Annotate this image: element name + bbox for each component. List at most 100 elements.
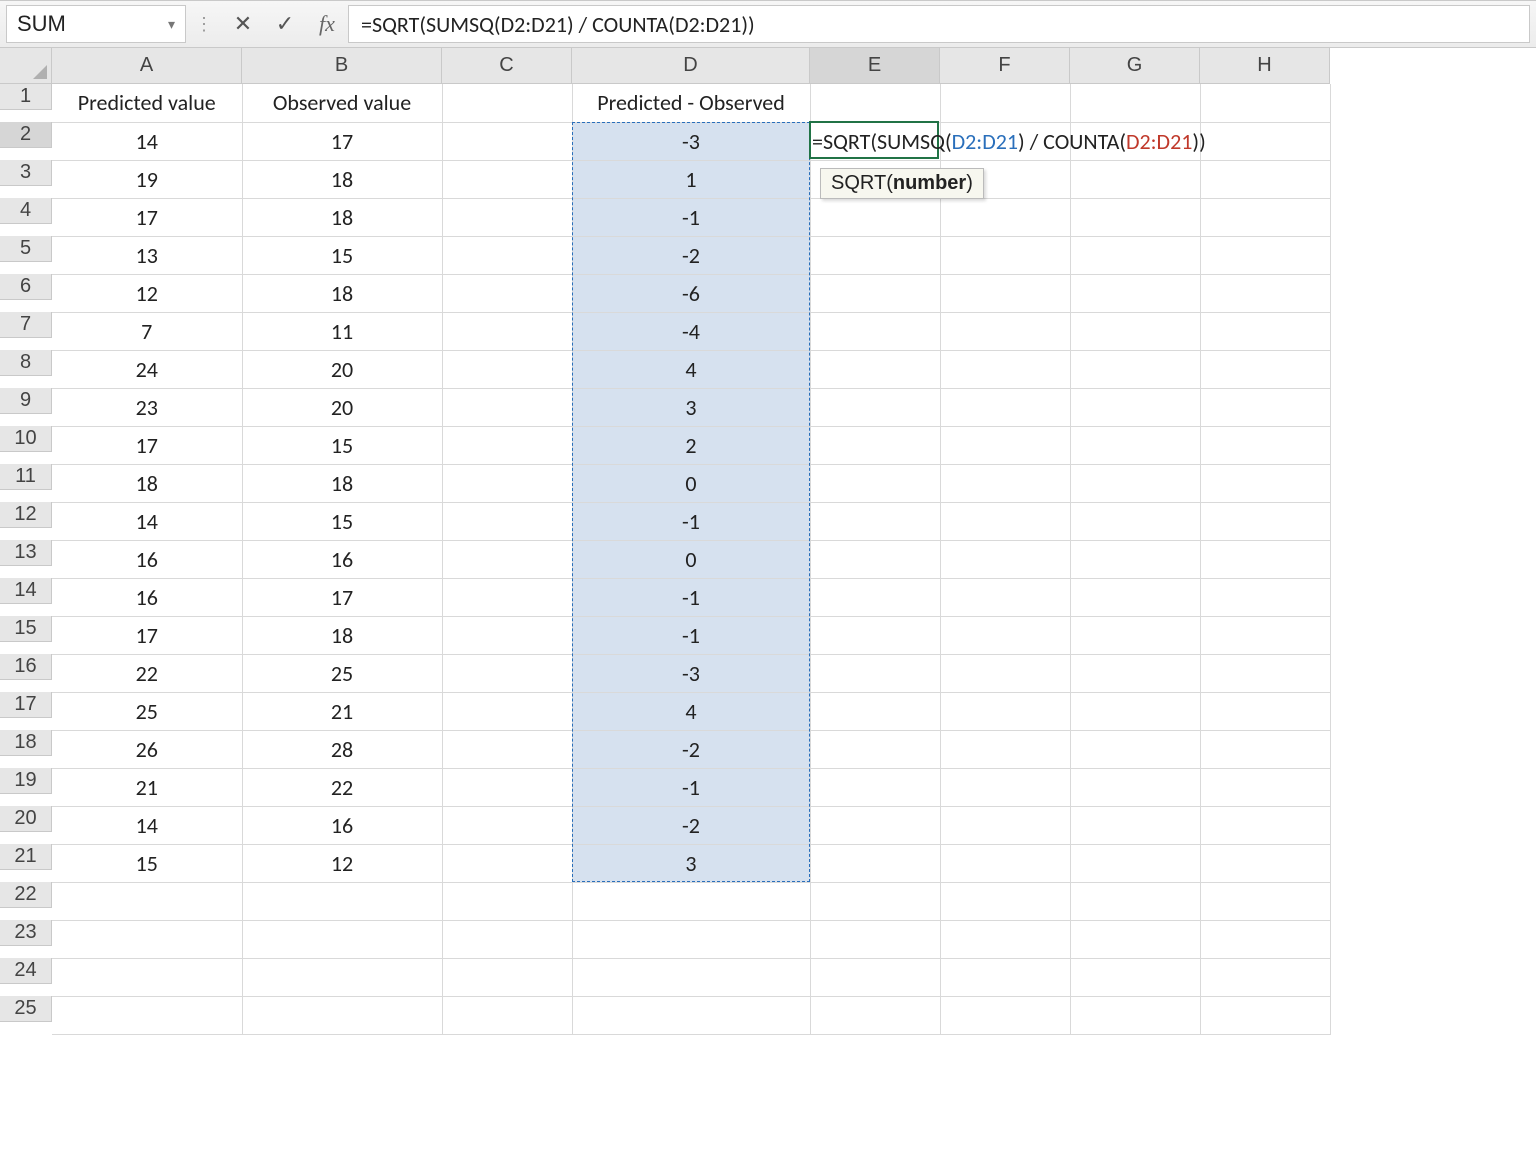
cell-B21[interactable]: 12 — [242, 844, 442, 882]
formula-input[interactable]: =SQRT(SUMSQ(D2:D21) / COUNTA(D2:D21)) — [348, 5, 1530, 43]
cell-H20[interactable] — [1200, 806, 1330, 844]
cell-H15[interactable] — [1200, 616, 1330, 654]
cell-H18[interactable] — [1200, 730, 1330, 768]
col-header-F[interactable]: F — [940, 48, 1070, 84]
col-header-E[interactable]: E — [810, 48, 940, 84]
cell-B2[interactable]: 17 — [242, 122, 442, 160]
col-header-B[interactable]: B — [242, 48, 442, 84]
cell-D12[interactable]: -1 — [572, 502, 810, 540]
cell-F12[interactable] — [940, 502, 1070, 540]
cell-F20[interactable] — [940, 806, 1070, 844]
cell-B15[interactable]: 18 — [242, 616, 442, 654]
cell-H24[interactable] — [1200, 958, 1330, 996]
cell-D2[interactable]: -3 — [572, 122, 810, 160]
cell-D20[interactable]: -2 — [572, 806, 810, 844]
cell-F21[interactable] — [940, 844, 1070, 882]
row-header-14[interactable]: 14 — [0, 578, 52, 604]
row-header-4[interactable]: 4 — [0, 198, 52, 224]
row-header-15[interactable]: 15 — [0, 616, 52, 642]
cell-C24[interactable] — [442, 958, 572, 996]
cell-B17[interactable]: 21 — [242, 692, 442, 730]
cell-B16[interactable]: 25 — [242, 654, 442, 692]
insert-function-button[interactable]: fx — [306, 1, 348, 47]
cell-E15[interactable] — [810, 616, 940, 654]
cell-G19[interactable] — [1070, 768, 1200, 806]
select-all-corner[interactable] — [0, 48, 52, 84]
cell-C23[interactable] — [442, 920, 572, 958]
cell-A8[interactable]: 24 — [52, 350, 242, 388]
cell-G6[interactable] — [1070, 274, 1200, 312]
cell-A15[interactable]: 17 — [52, 616, 242, 654]
row-header-18[interactable]: 18 — [0, 730, 52, 756]
cancel-button[interactable]: ✕ — [222, 1, 264, 47]
cell-H14[interactable] — [1200, 578, 1330, 616]
cell-G12[interactable] — [1070, 502, 1200, 540]
cell-F10[interactable] — [940, 426, 1070, 464]
cell-C9[interactable] — [442, 388, 572, 426]
cell-G20[interactable] — [1070, 806, 1200, 844]
cell-H10[interactable] — [1200, 426, 1330, 464]
cell-B12[interactable]: 15 — [242, 502, 442, 540]
cell-G17[interactable] — [1070, 692, 1200, 730]
cell-H8[interactable] — [1200, 350, 1330, 388]
cell-C16[interactable] — [442, 654, 572, 692]
cell-F1[interactable] — [940, 84, 1070, 122]
row-header-19[interactable]: 19 — [0, 768, 52, 794]
cell-E19[interactable] — [810, 768, 940, 806]
cell-C5[interactable] — [442, 236, 572, 274]
cell-D13[interactable]: 0 — [572, 540, 810, 578]
cell-A14[interactable]: 16 — [52, 578, 242, 616]
cell-B25[interactable] — [242, 996, 442, 1034]
row-header-9[interactable]: 9 — [0, 388, 52, 414]
cell-D6[interactable]: -6 — [572, 274, 810, 312]
col-header-G[interactable]: G — [1070, 48, 1200, 84]
cell-H1[interactable] — [1200, 84, 1330, 122]
row-header-5[interactable]: 5 — [0, 236, 52, 262]
row-header-8[interactable]: 8 — [0, 350, 52, 376]
cell-H12[interactable] — [1200, 502, 1330, 540]
cell-G15[interactable] — [1070, 616, 1200, 654]
cell-E23[interactable] — [810, 920, 940, 958]
cell-G16[interactable] — [1070, 654, 1200, 692]
cell-E21[interactable] — [810, 844, 940, 882]
cell-C1[interactable] — [442, 84, 572, 122]
cell-A1[interactable]: Predicted value — [52, 84, 242, 122]
cell-D14[interactable]: -1 — [572, 578, 810, 616]
name-box-dropdown-icon[interactable]: ▾ — [168, 16, 175, 33]
cell-A3[interactable]: 19 — [52, 160, 242, 198]
cell-F24[interactable] — [940, 958, 1070, 996]
cell-A25[interactable] — [52, 996, 242, 1034]
cell-G11[interactable] — [1070, 464, 1200, 502]
cell-C11[interactable] — [442, 464, 572, 502]
cell-B7[interactable]: 11 — [242, 312, 442, 350]
cell-F9[interactable] — [940, 388, 1070, 426]
row-header-22[interactable]: 22 — [0, 882, 52, 908]
row-header-12[interactable]: 12 — [0, 502, 52, 528]
cell-E18[interactable] — [810, 730, 940, 768]
cell-E14[interactable] — [810, 578, 940, 616]
row-header-16[interactable]: 16 — [0, 654, 52, 680]
cell-C15[interactable] — [442, 616, 572, 654]
cell-A17[interactable]: 25 — [52, 692, 242, 730]
row-header-17[interactable]: 17 — [0, 692, 52, 718]
cell-D7[interactable]: -4 — [572, 312, 810, 350]
cell-B3[interactable]: 18 — [242, 160, 442, 198]
cell-D5[interactable]: -2 — [572, 236, 810, 274]
cell-C13[interactable] — [442, 540, 572, 578]
cell-E17[interactable] — [810, 692, 940, 730]
cell-C10[interactable] — [442, 426, 572, 464]
cell-E6[interactable] — [810, 274, 940, 312]
cell-G5[interactable] — [1070, 236, 1200, 274]
col-header-C[interactable]: C — [442, 48, 572, 84]
cell-A9[interactable]: 23 — [52, 388, 242, 426]
cell-A16[interactable]: 22 — [52, 654, 242, 692]
cell-F16[interactable] — [940, 654, 1070, 692]
cell-H13[interactable] — [1200, 540, 1330, 578]
cell-B20[interactable]: 16 — [242, 806, 442, 844]
cell-A4[interactable]: 17 — [52, 198, 242, 236]
col-header-H[interactable]: H — [1200, 48, 1330, 84]
cell-A6[interactable]: 12 — [52, 274, 242, 312]
row-header-21[interactable]: 21 — [0, 844, 52, 870]
cell-D23[interactable] — [572, 920, 810, 958]
cell-F13[interactable] — [940, 540, 1070, 578]
